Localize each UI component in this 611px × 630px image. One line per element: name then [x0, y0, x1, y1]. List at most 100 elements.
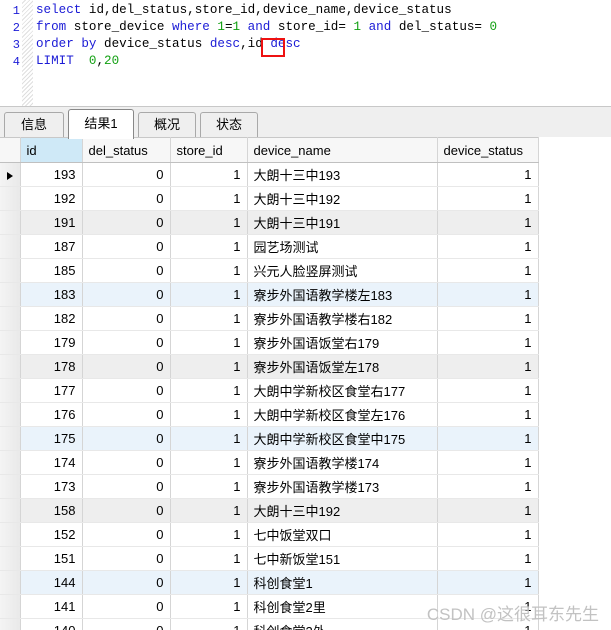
cell-device_status[interactable]: 1: [437, 450, 539, 475]
cell-store_id[interactable]: 1: [170, 306, 248, 331]
table-row[interactable]: 177 0 1 大朗中学新校区食堂右177 1: [0, 378, 539, 403]
cell-id[interactable]: 152: [20, 522, 83, 547]
row-selector-cell[interactable]: [0, 306, 21, 331]
table-row[interactable]: 182 0 1 寮步外国语教学楼右182 1: [0, 306, 539, 331]
table-row[interactable]: 191 0 1 大朗十三中191 1: [0, 210, 539, 235]
table-row[interactable]: 173 0 1 寮步外国语教学楼173 1: [0, 474, 539, 499]
cell-store_id[interactable]: 1: [170, 546, 248, 571]
cell-del_status[interactable]: 0: [82, 354, 171, 379]
cell-device_status[interactable]: 1: [437, 234, 539, 259]
cell-device_status[interactable]: 1: [437, 522, 539, 547]
cell-device_name[interactable]: 寮步外国语饭堂左178: [247, 354, 438, 379]
cell-id[interactable]: 191: [20, 210, 83, 235]
table-row[interactable]: 158 0 1 大朗十三中192 1: [0, 498, 539, 523]
cell-del_status[interactable]: 0: [82, 258, 171, 283]
cell-device_name[interactable]: 大朗十三中192: [247, 186, 438, 211]
cell-device_status[interactable]: 1: [437, 426, 539, 451]
cell-store_id[interactable]: 1: [170, 378, 248, 403]
row-selector-cell[interactable]: [0, 618, 21, 630]
row-selector-cell[interactable]: [0, 354, 21, 379]
cell-del_status[interactable]: 0: [82, 306, 171, 331]
cell-device_name[interactable]: 寮步外国语教学楼左183: [247, 282, 438, 307]
row-selector-cell[interactable]: [0, 210, 21, 235]
sql-line-4[interactable]: LIMIT 0,20: [36, 53, 497, 70]
cell-del_status[interactable]: 0: [82, 498, 171, 523]
cell-del_status[interactable]: 0: [82, 522, 171, 547]
cell-device_status[interactable]: 1: [437, 474, 539, 499]
tab-1[interactable]: 结果1: [68, 109, 134, 139]
cell-device_status[interactable]: 1: [437, 618, 539, 630]
cell-del_status[interactable]: 0: [82, 594, 171, 619]
cell-device_name[interactable]: 寮步外国语教学楼173: [247, 474, 438, 499]
cell-id[interactable]: 178: [20, 354, 83, 379]
cell-del_status[interactable]: 0: [82, 618, 171, 630]
cell-device_name[interactable]: 寮步外国语教学楼174: [247, 450, 438, 475]
row-selector-cell[interactable]: [0, 186, 21, 211]
table-row[interactable]: 178 0 1 寮步外国语饭堂左178 1: [0, 354, 539, 379]
cell-device_name[interactable]: 大朗十三中193: [247, 162, 438, 187]
table-row[interactable]: 193 0 1 大朗十三中193 1: [0, 162, 539, 187]
row-selector-cell[interactable]: [0, 426, 21, 451]
cell-store_id[interactable]: 1: [170, 258, 248, 283]
cell-del_status[interactable]: 0: [82, 162, 171, 187]
cell-device_name[interactable]: 大朗中学新校区食堂右177: [247, 378, 438, 403]
row-selector-cell[interactable]: [0, 330, 21, 355]
column-header-store_id[interactable]: store_id: [170, 137, 248, 163]
cell-del_status[interactable]: 0: [82, 402, 171, 427]
cell-id[interactable]: 185: [20, 258, 83, 283]
cell-store_id[interactable]: 1: [170, 570, 248, 595]
cell-store_id[interactable]: 1: [170, 354, 248, 379]
cell-device_status[interactable]: 1: [437, 498, 539, 523]
cell-id[interactable]: 144: [20, 570, 83, 595]
row-selector-cell[interactable]: [0, 234, 21, 259]
row-selector-cell[interactable]: [0, 282, 21, 307]
table-row[interactable]: 152 0 1 七中饭堂双口 1: [0, 522, 539, 547]
cell-store_id[interactable]: 1: [170, 234, 248, 259]
cell-device_name[interactable]: 科创食堂2里: [247, 594, 438, 619]
cell-id[interactable]: 179: [20, 330, 83, 355]
cell-id[interactable]: 158: [20, 498, 83, 523]
cell-device_name[interactable]: 大朗十三中192: [247, 498, 438, 523]
table-row[interactable]: 187 0 1 园艺场测试 1: [0, 234, 539, 259]
cell-store_id[interactable]: 1: [170, 450, 248, 475]
cell-store_id[interactable]: 1: [170, 474, 248, 499]
cell-del_status[interactable]: 0: [82, 186, 171, 211]
tab-0[interactable]: 信息: [4, 112, 64, 138]
cell-id[interactable]: 182: [20, 306, 83, 331]
cell-del_status[interactable]: 0: [82, 546, 171, 571]
table-row[interactable]: 183 0 1 寮步外国语教学楼左183 1: [0, 282, 539, 307]
cell-store_id[interactable]: 1: [170, 162, 248, 187]
cell-del_status[interactable]: 0: [82, 378, 171, 403]
table-row[interactable]: 151 0 1 七中新饭堂151 1: [0, 546, 539, 571]
cell-store_id[interactable]: 1: [170, 210, 248, 235]
cell-id[interactable]: 141: [20, 594, 83, 619]
cell-store_id[interactable]: 1: [170, 498, 248, 523]
table-row[interactable]: 192 0 1 大朗十三中192 1: [0, 186, 539, 211]
cell-del_status[interactable]: 0: [82, 450, 171, 475]
column-header-id[interactable]: id: [20, 137, 83, 163]
cell-device_name[interactable]: 七中饭堂双口: [247, 522, 438, 547]
tab-2[interactable]: 概况: [138, 112, 196, 138]
cell-device_status[interactable]: 1: [437, 282, 539, 307]
row-selector-cell[interactable]: [0, 162, 21, 187]
cell-del_status[interactable]: 0: [82, 282, 171, 307]
sql-editor[interactable]: 1 2 3 4 select id,del_status,store_id,devic…: [0, 0, 611, 106]
cell-store_id[interactable]: 1: [170, 186, 248, 211]
table-row[interactable]: 14001科创食堂2外1: [0, 618, 539, 630]
row-selector-cell[interactable]: [0, 522, 21, 547]
cell-id[interactable]: 193: [20, 162, 83, 187]
cell-device_status[interactable]: 1: [437, 378, 539, 403]
column-header-del_status[interactable]: del_status: [82, 137, 171, 163]
cell-id[interactable]: 187: [20, 234, 83, 259]
sql-line-3[interactable]: order by device_status desc,id desc: [36, 36, 497, 53]
row-selector-cell[interactable]: [0, 474, 21, 499]
cell-id[interactable]: 176: [20, 402, 83, 427]
cell-device_name[interactable]: 七中新饭堂151: [247, 546, 438, 571]
cell-id[interactable]: 183: [20, 282, 83, 307]
table-row[interactable]: 175 0 1 大朗中学新校区食堂中175 1: [0, 426, 539, 451]
cell-device_status[interactable]: 1: [437, 258, 539, 283]
row-selector-cell[interactable]: [0, 570, 21, 595]
cell-id[interactable]: 177: [20, 378, 83, 403]
cell-store_id[interactable]: 1: [170, 402, 248, 427]
sql-code[interactable]: select id,del_status,store_id,device_nam…: [36, 2, 497, 70]
